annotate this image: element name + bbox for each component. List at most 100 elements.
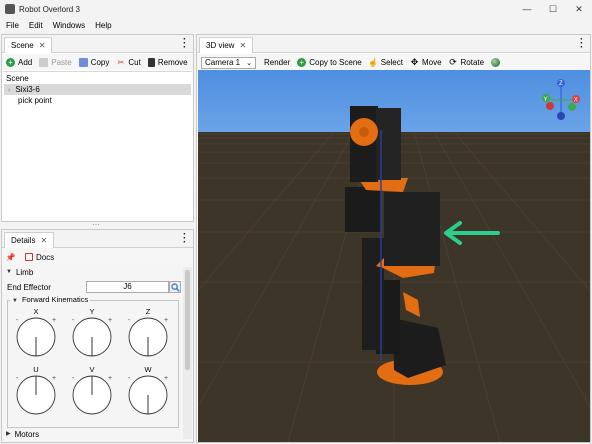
close-icon[interactable]: ✕ [39, 41, 46, 50]
scene-panel: Scene ✕ · · · + Add Paste Copy ✂ Cut Remov… [1, 34, 194, 222]
forward-kinematics-title: Forward Kinematics [21, 295, 89, 304]
docs-button[interactable]: Docs [25, 253, 54, 262]
triangle-down-icon: ▼ [12, 298, 18, 304]
dial-plus-label[interactable]: + [164, 317, 168, 324]
details-toolbar: 📌 Docs [2, 249, 193, 265]
motors-section-title: Motors [14, 430, 40, 439]
copy-to-scene-button[interactable]: + Copy to Scene [297, 58, 362, 67]
copy-label: Copy [90, 57, 110, 67]
close-window-button[interactable]: ✕ [566, 0, 592, 18]
details-menu-icon[interactable]: · · · [183, 230, 187, 248]
gizmo-label-z: Z [559, 81, 563, 87]
tab-3d-view[interactable]: 3D view ✕ [199, 37, 254, 53]
end-effector-search-button[interactable] [169, 281, 181, 293]
robot-model [345, 106, 500, 385]
docs-label: Docs [36, 252, 55, 262]
dial-minus-label[interactable]: - [16, 317, 19, 324]
camera-select[interactable]: Camera 1 ⌄ [201, 56, 256, 69]
menu-edit[interactable]: Edit [29, 21, 43, 30]
axis-gizmo[interactable]: Y X Z [538, 78, 584, 122]
window-title: Robot Overlord 3 [19, 4, 80, 14]
camera-select-value: Camera 1 [205, 58, 241, 67]
menu-bar: File Edit Windows Help [0, 18, 592, 32]
move-tool-label: Move [421, 58, 442, 67]
limb-section-header[interactable]: ▼ Limb [6, 267, 179, 278]
tab-scene-label: Scene [11, 41, 34, 50]
cut-button[interactable]: ✂ Cut [116, 57, 141, 67]
motors-section-header[interactable]: ▶ Motors [6, 429, 179, 440]
maximize-button[interactable]: ☐ [540, 0, 566, 18]
dial-x[interactable]: +- [15, 315, 59, 359]
splitter-handle[interactable]: ··· [90, 221, 102, 229]
app-icon [5, 4, 15, 14]
dial-w[interactable]: +- [127, 373, 171, 417]
remove-label: Remove [157, 57, 188, 67]
book-icon [25, 253, 33, 261]
pin-button[interactable]: 📌 [6, 253, 18, 262]
tree-root-scene[interactable]: Scene [4, 73, 191, 84]
details-scroll-thumb[interactable] [185, 270, 190, 370]
dial-plus-label[interactable]: + [52, 317, 56, 324]
remove-button[interactable]: Remove [147, 57, 188, 67]
rotate-icon: ⟳ [449, 57, 457, 67]
move-tool-button[interactable]: ✥ Move [410, 57, 442, 67]
clipboard-icon [39, 57, 49, 67]
scene-toolbar: + Add Paste Copy ✂ Cut Remove [2, 54, 193, 70]
render-button[interactable]: Render [264, 58, 290, 67]
expand-chevron-icon[interactable]: › [8, 87, 10, 94]
dial-plus-label[interactable]: + [108, 317, 112, 324]
rotate-tool-button[interactable]: ⟳ Rotate [449, 57, 485, 67]
view-toolbar: Camera 1 ⌄ Render + Copy to Scene ☝ Sele… [197, 54, 590, 71]
copy-button[interactable]: Copy [78, 57, 110, 67]
3d-viewport[interactable]: Y X Z [198, 70, 590, 442]
dial-plus-label[interactable]: + [164, 375, 168, 382]
dial-y[interactable]: +- [71, 315, 115, 359]
robot-mid-link-right [384, 192, 440, 266]
menu-windows[interactable]: Windows [53, 21, 85, 30]
gizmo-label-y: Y [544, 97, 548, 103]
search-icon [170, 282, 180, 292]
plus-circle-icon: + [297, 58, 307, 67]
select-tool-button[interactable]: ☝ Select [368, 58, 403, 67]
add-label: Add [18, 57, 33, 67]
tab-details[interactable]: Details ✕ [4, 232, 55, 248]
robot-mid-link-left [345, 187, 381, 232]
dial-minus-label[interactable]: - [128, 375, 131, 382]
dial-minus-label[interactable]: - [128, 317, 131, 324]
scene-menu-icon[interactable]: · · · [183, 35, 187, 53]
paste-button[interactable]: Paste [39, 57, 72, 67]
scene-tree: Scene › Sixi3-6 pick point [3, 71, 192, 220]
tab-3d-view-label: 3D view [206, 41, 235, 50]
dial-v[interactable]: +- [71, 373, 115, 417]
dial-plus-label[interactable]: + [108, 375, 112, 382]
dial-minus-label[interactable]: - [72, 375, 75, 382]
tree-item-label: Sixi3-6 [15, 85, 40, 94]
tree-item-label: pick point [18, 96, 52, 105]
scissors-icon: ✂ [117, 57, 125, 67]
hand-icon: ☝ [368, 58, 379, 67]
dial-minus-label[interactable]: - [16, 375, 19, 382]
limb-section-title: Limb [15, 268, 34, 277]
close-icon[interactable]: ✕ [40, 236, 47, 245]
dial-u[interactable]: +- [15, 373, 59, 417]
sphere-button[interactable] [491, 58, 503, 67]
menu-help[interactable]: Help [95, 21, 111, 30]
title-bar: Robot Overlord 3 — ☐ ✕ [0, 0, 592, 18]
triangle-down-icon: ▼ [6, 269, 12, 275]
select-tool-label: Select [380, 58, 403, 67]
end-effector-field[interactable]: J6 [86, 281, 169, 293]
dial-z[interactable]: +- [127, 315, 171, 359]
tab-scene[interactable]: Scene ✕ [4, 37, 53, 53]
add-button[interactable]: + Add [6, 57, 33, 67]
menu-file[interactable]: File [6, 21, 19, 30]
minimize-button[interactable]: — [514, 0, 540, 18]
close-icon[interactable]: ✕ [239, 41, 246, 50]
dial-minus-label[interactable]: - [72, 317, 75, 324]
tree-item-sixi3-6[interactable]: › Sixi3-6 [4, 84, 191, 95]
trash-icon [147, 57, 155, 67]
rotate-tool-label: Rotate [460, 58, 485, 67]
dial-plus-label[interactable]: + [52, 375, 56, 382]
tree-item-pick-point[interactable]: pick point [4, 95, 191, 106]
forward-kinematics-header[interactable]: ▼ Forward Kinematics [10, 295, 91, 304]
view-menu-icon[interactable]: · · · [580, 35, 584, 53]
